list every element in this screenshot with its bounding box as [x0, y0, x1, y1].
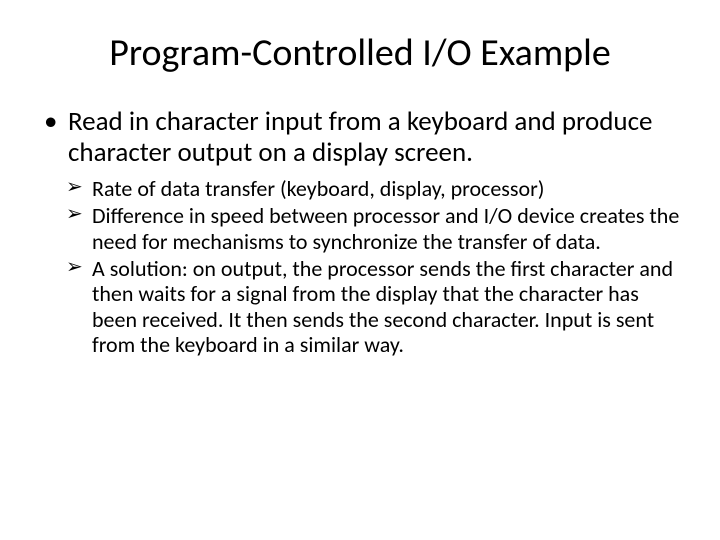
slide-title: Program-Controlled I/O Example: [40, 30, 680, 76]
slide: Program-Controlled I/O Example Read in c…: [0, 0, 720, 540]
bullet-list-level1: Read in character input from a keyboard …: [40, 106, 680, 168]
bullet-list-level2: Rate of data transfer (keyboard, display…: [40, 176, 680, 357]
bullet-sub-2: A solution: on output, the processor sen…: [40, 256, 680, 357]
bullet-main: Read in character input from a keyboard …: [40, 106, 680, 168]
bullet-sub-1: Difference in speed between processor an…: [40, 203, 680, 254]
bullet-sub-0: Rate of data transfer (keyboard, display…: [40, 176, 680, 201]
